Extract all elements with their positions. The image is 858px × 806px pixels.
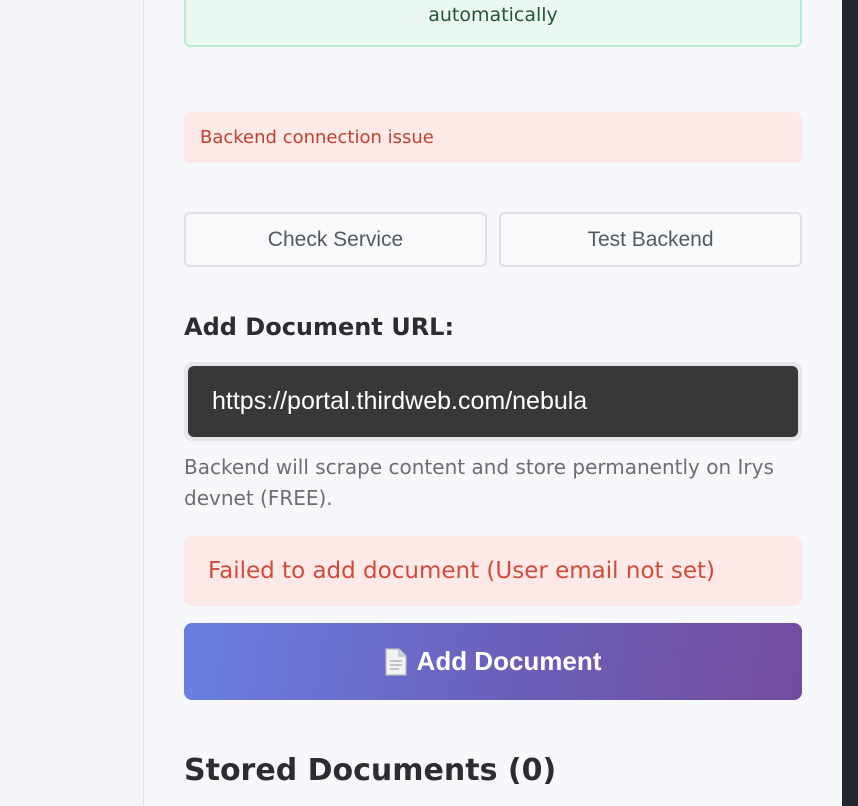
document-url-input[interactable] <box>188 366 798 437</box>
add-document-button[interactable]: Add Document <box>184 623 802 700</box>
add-document-url-label: Add Document URL: <box>184 313 455 341</box>
connection-warning-banner: Backend connection issue <box>184 112 802 163</box>
add-document-error-banner: Failed to add document (User email not s… <box>184 536 802 606</box>
success-status-text: automatically <box>428 4 558 26</box>
check-service-button[interactable]: Check Service <box>184 212 487 267</box>
document-icon <box>384 647 407 676</box>
add-document-button-label: Add Document <box>416 646 602 676</box>
test-backend-button[interactable]: Test Backend <box>499 212 802 267</box>
success-status-box: automatically <box>184 0 802 47</box>
url-input-wrapper <box>184 362 802 441</box>
left-sidebar <box>0 0 144 806</box>
url-help-text: Backend will scrape content and store pe… <box>184 455 774 510</box>
stored-documents-heading: Stored Documents (0) <box>184 753 557 788</box>
window-edge <box>842 0 858 806</box>
